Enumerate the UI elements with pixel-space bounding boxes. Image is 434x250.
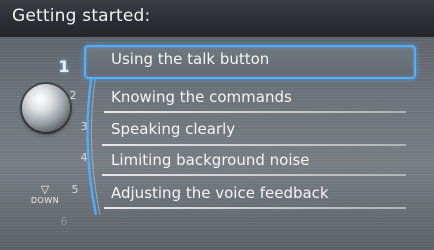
menu-list: Using the talk button Knowing the comman…	[0, 0, 434, 250]
menu-item-1[interactable]: Using the talk button	[111, 50, 269, 68]
item-separator	[102, 174, 406, 176]
menu-item-5[interactable]: Adjusting the voice feedback	[111, 184, 329, 202]
menu-item-4[interactable]: Limiting background noise	[111, 151, 310, 169]
item-separator	[104, 207, 406, 209]
item-separator	[102, 144, 406, 146]
menu-item-3[interactable]: Speaking clearly	[111, 120, 235, 138]
menu-item-2[interactable]: Knowing the commands	[111, 88, 292, 106]
item-separator	[104, 111, 406, 113]
voice-help-screen: Getting started: 1 2 3 4 5 6 ▽ DOWN Usin…	[0, 0, 434, 250]
